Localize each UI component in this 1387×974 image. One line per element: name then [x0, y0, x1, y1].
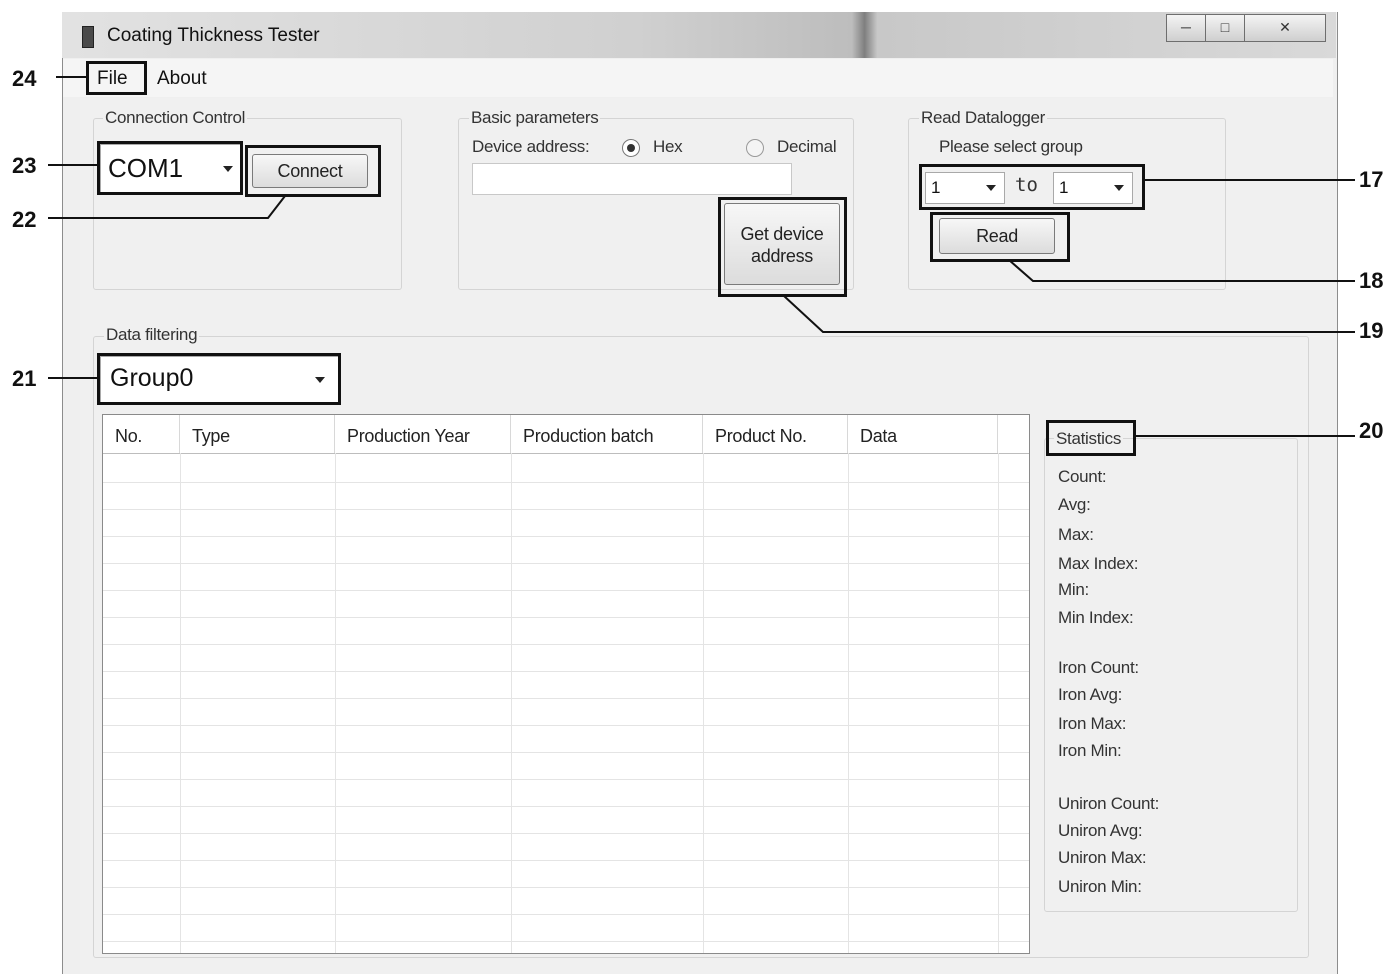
stat-min-index: Min Index:	[1058, 608, 1134, 627]
column-header-production-batch[interactable]: Production batch	[511, 415, 703, 453]
table-row	[103, 590, 1029, 591]
column-divider	[511, 453, 512, 953]
app-icon	[82, 26, 94, 48]
table-row	[103, 941, 1029, 942]
table-row	[103, 914, 1029, 915]
menu-bar	[63, 59, 1333, 97]
table-row	[103, 806, 1029, 807]
table-row	[103, 644, 1029, 645]
close-icon[interactable]: ✕	[1244, 14, 1326, 42]
column-header-no[interactable]: No.	[103, 415, 180, 453]
callout-box-read	[930, 212, 1070, 262]
data-filtering-label: Data filtering	[104, 325, 200, 345]
callout-box-get-device-address	[718, 197, 847, 297]
callout-box-group-filter	[97, 353, 341, 405]
table-row	[103, 671, 1029, 672]
stat-min: Min:	[1058, 580, 1089, 599]
stat-iron-max: Iron Max:	[1058, 714, 1127, 733]
table-row	[103, 725, 1029, 726]
stat-iron-count: Iron Count:	[1058, 658, 1139, 677]
stat-uniron-count: Uniron Count:	[1058, 794, 1159, 813]
callout-number-21: 21	[12, 366, 37, 391]
column-header-data[interactable]: Data	[848, 415, 998, 453]
callout-line	[48, 195, 286, 219]
table-row	[103, 563, 1029, 564]
window-title: Coating Thickness Tester	[107, 25, 320, 46]
callout-box-statistics	[1046, 420, 1136, 456]
stat-iron-avg: Iron Avg:	[1058, 685, 1123, 704]
column-divider	[180, 453, 181, 953]
decimal-label: Decimal	[775, 137, 839, 157]
callout-number-17: 17	[1359, 167, 1384, 192]
stat-uniron-min: Uniron Min:	[1058, 877, 1142, 896]
callout-line	[1145, 179, 1355, 181]
column-header-product-no[interactable]: Product No.	[703, 415, 848, 453]
column-divider	[703, 453, 704, 953]
column-header-filler	[998, 415, 1029, 453]
column-divider	[848, 453, 849, 953]
stat-max-index: Max Index:	[1058, 554, 1139, 573]
device-address-input[interactable]	[472, 163, 792, 195]
device-address-label: Device address:	[470, 137, 592, 157]
callout-number-20: 20	[1359, 418, 1384, 443]
callout-number-19: 19	[1359, 318, 1384, 343]
table-row	[103, 833, 1029, 834]
callout-box-com-port	[97, 141, 243, 195]
table-row	[103, 509, 1029, 510]
callout-number-24: 24	[12, 66, 37, 91]
stat-iron-min: Iron Min:	[1058, 741, 1122, 760]
callout-line	[1136, 435, 1355, 437]
stat-avg: Avg:	[1058, 495, 1091, 514]
callout-line	[783, 295, 1355, 333]
stat-uniron-avg: Uniron Avg:	[1058, 821, 1143, 840]
callout-line	[56, 76, 86, 78]
table-row	[103, 860, 1029, 861]
basic-parameters-label: Basic parameters	[469, 108, 601, 128]
column-divider	[998, 453, 999, 953]
callout-line	[1008, 259, 1355, 282]
callout-box-file	[86, 61, 147, 95]
callout-box-group-range	[919, 164, 1145, 210]
table-row	[103, 536, 1029, 537]
table-row	[103, 617, 1029, 618]
column-header-type[interactable]: Type	[180, 415, 335, 453]
callout-line	[48, 377, 97, 379]
stat-count: Count:	[1058, 467, 1107, 486]
minimize-icon[interactable]: ─	[1166, 14, 1206, 42]
table-row	[103, 482, 1029, 483]
column-divider	[335, 453, 336, 953]
column-header-production-year[interactable]: Production Year	[335, 415, 511, 453]
decimal-radio[interactable]	[746, 139, 764, 157]
callout-number-23: 23	[12, 153, 37, 178]
table-row	[103, 887, 1029, 888]
table-row	[103, 698, 1029, 699]
callout-line	[48, 164, 97, 166]
data-table[interactable]: No. Type Production Year Production batc…	[102, 414, 1030, 954]
stat-uniron-max: Uniron Max:	[1058, 848, 1147, 867]
table-row	[103, 752, 1029, 753]
hex-radio[interactable]	[622, 139, 640, 157]
read-datalogger-label: Read Datalogger	[919, 108, 1048, 128]
maximize-icon[interactable]: □	[1205, 14, 1245, 42]
callout-number-18: 18	[1359, 268, 1384, 293]
radio-selected-dot	[627, 144, 635, 152]
header-divider	[103, 453, 1029, 454]
stat-max: Max:	[1058, 525, 1094, 544]
table-row	[103, 779, 1029, 780]
callout-number-22: 22	[12, 207, 37, 232]
select-group-label: Please select group	[937, 137, 1085, 157]
hex-label: Hex	[651, 137, 685, 157]
connection-control-label: Connection Control	[103, 108, 248, 128]
menu-about[interactable]: About	[157, 68, 207, 90]
